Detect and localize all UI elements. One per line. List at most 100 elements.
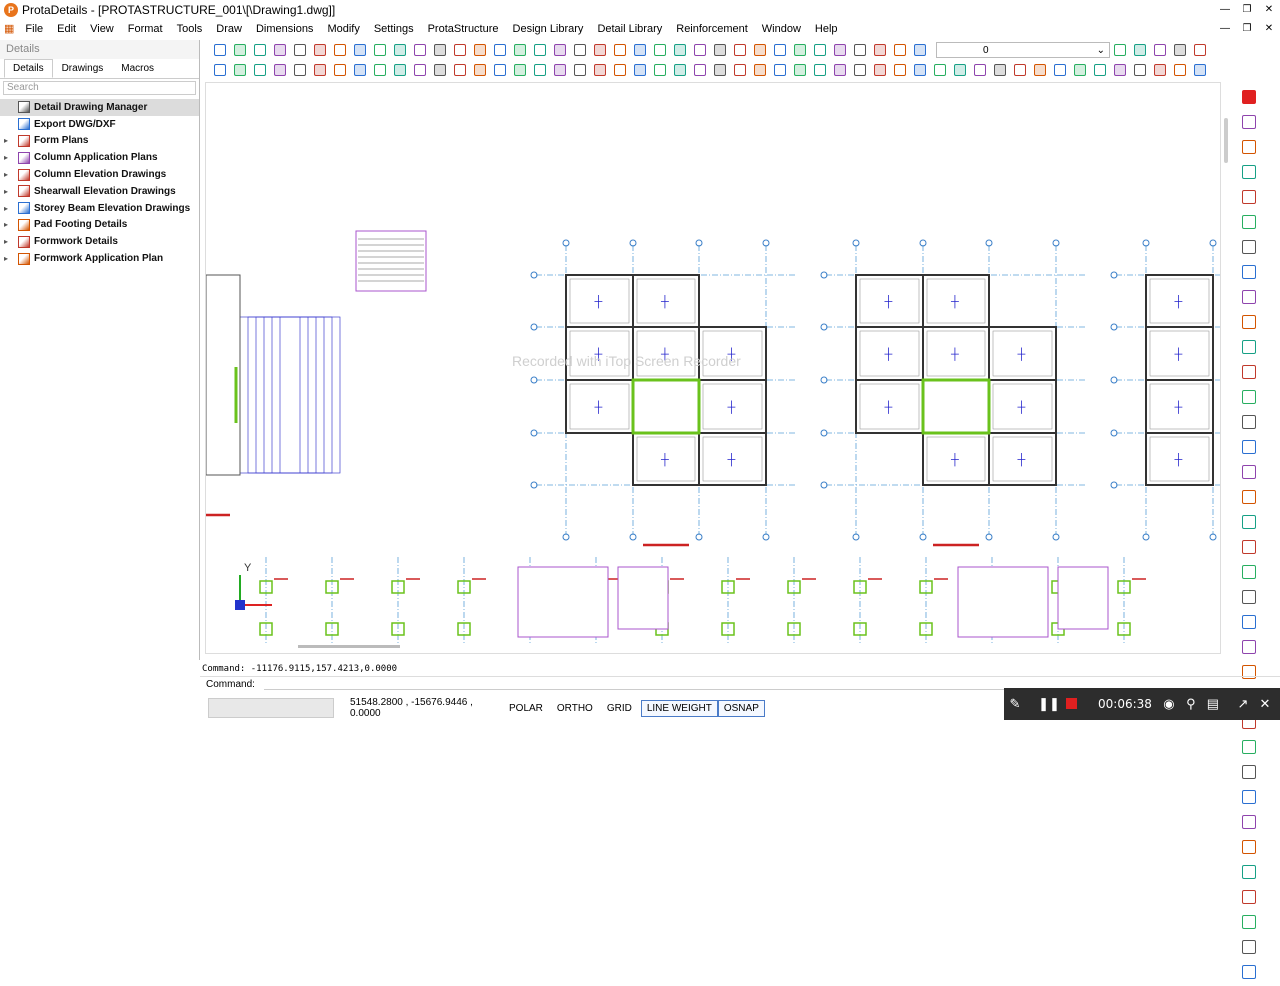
- draw-tool-icon[interactable]: [1242, 615, 1256, 629]
- draw-tool-icon[interactable]: [1242, 165, 1256, 179]
- delete-icon[interactable]: [1242, 90, 1256, 104]
- tool-button-icon[interactable]: [854, 64, 866, 76]
- tool-button-icon[interactable]: [254, 44, 266, 56]
- menu-reinforcement[interactable]: Reinforcement: [669, 20, 755, 38]
- camera-icon[interactable]: ◉: [1158, 696, 1180, 712]
- tool-button-icon[interactable]: [874, 64, 886, 76]
- tool-button-icon[interactable]: [1054, 64, 1066, 76]
- tool-button-icon[interactable]: [1194, 44, 1206, 56]
- draw-tool-icon[interactable]: [1242, 190, 1256, 204]
- menu-dimensions[interactable]: Dimensions: [249, 20, 320, 38]
- tool-button-icon[interactable]: [654, 64, 666, 76]
- tool-button-icon[interactable]: [534, 44, 546, 56]
- export-icon[interactable]: ↗: [1232, 696, 1254, 712]
- draw-tool-icon[interactable]: [1242, 815, 1256, 829]
- tree-item[interactable]: ▸ Shearwall Elevation Drawings: [0, 183, 199, 200]
- tool-button-icon[interactable]: [454, 64, 466, 76]
- draw-tool-icon[interactable]: [1242, 290, 1256, 304]
- tool-button-icon[interactable]: [454, 44, 466, 56]
- tree-item[interactable]: ▸ Formwork Details: [0, 233, 199, 250]
- tool-button-icon[interactable]: [1194, 64, 1206, 76]
- tool-button-icon[interactable]: [1114, 44, 1126, 56]
- chevron-down-icon[interactable]: ⌄: [1097, 45, 1105, 56]
- draw-tool-icon[interactable]: [1242, 215, 1256, 229]
- tool-button-icon[interactable]: [414, 44, 426, 56]
- menu-modify[interactable]: Modify: [320, 20, 366, 38]
- tool-button-icon[interactable]: [854, 44, 866, 56]
- tree-item[interactable]: ▸ Formwork Application Plan: [0, 250, 199, 267]
- tool-button-icon[interactable]: [814, 64, 826, 76]
- draw-tool-icon[interactable]: [1242, 765, 1256, 779]
- tool-button-icon[interactable]: [474, 64, 486, 76]
- tab-macros[interactable]: Macros: [112, 59, 163, 78]
- tool-button-icon[interactable]: [434, 44, 446, 56]
- tool-button-icon[interactable]: [774, 44, 786, 56]
- menu-format[interactable]: Format: [121, 20, 170, 38]
- tool-button-icon[interactable]: [894, 64, 906, 76]
- draw-tool-icon[interactable]: [1242, 640, 1256, 654]
- tool-button-icon[interactable]: [354, 64, 366, 76]
- draw-tool-icon[interactable]: [1242, 440, 1256, 454]
- tool-button-icon[interactable]: [634, 64, 646, 76]
- draw-tool-icon[interactable]: [1242, 490, 1256, 504]
- zoom-icon[interactable]: ⚲: [1180, 696, 1202, 712]
- draw-tool-icon[interactable]: [1242, 340, 1256, 354]
- tool-button-icon[interactable]: [914, 64, 926, 76]
- menu-edit[interactable]: Edit: [50, 20, 83, 38]
- restore-icon[interactable]: ❐: [1236, 0, 1258, 20]
- tool-button-icon[interactable]: [534, 64, 546, 76]
- tool-button-icon[interactable]: [754, 44, 766, 56]
- tool-button-icon[interactable]: [594, 64, 606, 76]
- polar-toggle[interactable]: POLAR: [504, 701, 548, 716]
- draw-tool-icon[interactable]: [1242, 465, 1256, 479]
- tool-button-icon[interactable]: [414, 64, 426, 76]
- tool-button-icon[interactable]: [574, 44, 586, 56]
- tool-button-icon[interactable]: [374, 64, 386, 76]
- tree-item[interactable]: ▸ Column Application Plans: [0, 149, 199, 166]
- tool-button-icon[interactable]: [394, 44, 406, 56]
- tool-button-icon[interactable]: [1094, 64, 1106, 76]
- tool-button-icon[interactable]: [814, 44, 826, 56]
- doc-minimize-icon[interactable]: —: [1214, 20, 1236, 38]
- close-icon[interactable]: ✕: [1258, 0, 1280, 20]
- tool-button-icon[interactable]: [1074, 64, 1086, 76]
- tool-button-icon[interactable]: [234, 44, 246, 56]
- tool-button-icon[interactable]: [994, 64, 1006, 76]
- tool-button-icon[interactable]: [294, 64, 306, 76]
- expand-arrow-icon[interactable]: ▸: [0, 237, 12, 246]
- tool-button-icon[interactable]: [494, 44, 506, 56]
- tool-button-icon[interactable]: [874, 44, 886, 56]
- draw-tool-icon[interactable]: [1242, 390, 1256, 404]
- expand-arrow-icon[interactable]: ▸: [0, 170, 12, 179]
- draw-tool-icon[interactable]: [1242, 590, 1256, 604]
- tool-button-icon[interactable]: [1174, 64, 1186, 76]
- tool-button-icon[interactable]: [334, 64, 346, 76]
- pen-icon[interactable]: ✎: [1004, 696, 1026, 712]
- recorder-close-icon[interactable]: ✕: [1254, 696, 1276, 712]
- stop-icon[interactable]: [1060, 697, 1082, 712]
- tool-button-icon[interactable]: [1034, 64, 1046, 76]
- doc-restore-icon[interactable]: ❐: [1236, 20, 1258, 38]
- tool-button-icon[interactable]: [434, 64, 446, 76]
- draw-tool-icon[interactable]: [1242, 915, 1256, 929]
- draw-tool-icon[interactable]: [1242, 115, 1256, 129]
- tool-button-icon[interactable]: [794, 44, 806, 56]
- draw-tool-icon[interactable]: [1242, 240, 1256, 254]
- menu-doc-icon[interactable]: ▦: [0, 20, 18, 38]
- tool-button-icon[interactable]: [314, 44, 326, 56]
- tool-button-icon[interactable]: [834, 64, 846, 76]
- tool-button-icon[interactable]: [734, 64, 746, 76]
- tool-button-icon[interactable]: [394, 64, 406, 76]
- menu-detail-library[interactable]: Detail Library: [590, 20, 669, 38]
- tool-button-icon[interactable]: [614, 44, 626, 56]
- draw-tool-icon[interactable]: [1242, 515, 1256, 529]
- search-input[interactable]: Search: [3, 81, 196, 95]
- tool-button-icon[interactable]: [214, 44, 226, 56]
- doc-close-icon[interactable]: ✕: [1258, 20, 1280, 38]
- tool-button-icon[interactable]: [634, 44, 646, 56]
- expand-arrow-icon[interactable]: ▸: [0, 153, 12, 162]
- tool-button-icon[interactable]: [654, 44, 666, 56]
- tool-button-icon[interactable]: [214, 64, 226, 76]
- tab-details[interactable]: Details: [4, 59, 53, 78]
- draw-tool-icon[interactable]: [1242, 940, 1256, 954]
